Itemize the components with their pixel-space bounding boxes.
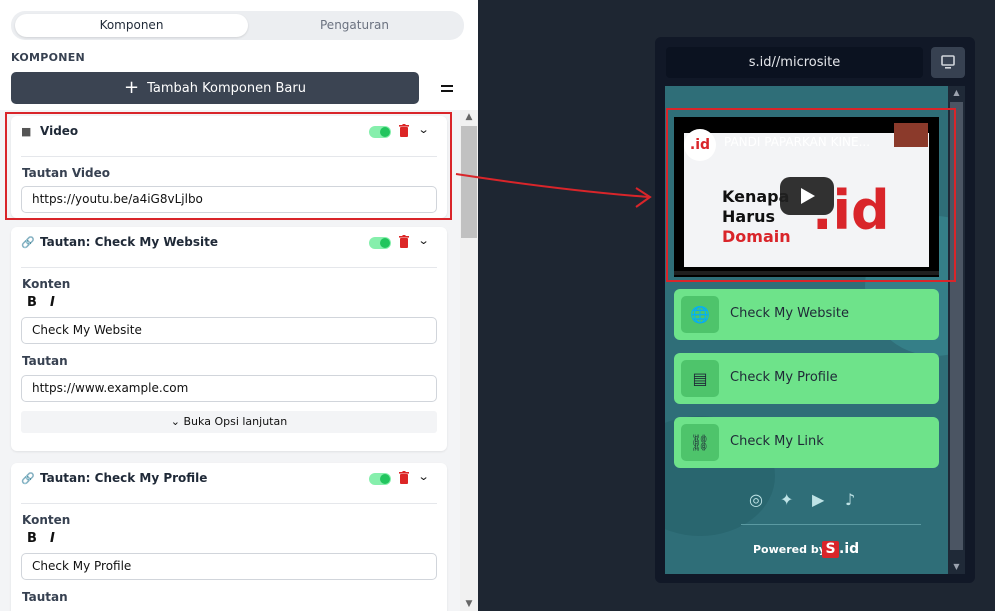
- advanced-options-button[interactable]: ⌄ Buka Opsi lanjutan: [21, 411, 437, 433]
- italic-button[interactable]: I: [50, 531, 55, 546]
- component-card-link-profile: 🔗 Tautan: Check My Profile ⌄ Konten B I …: [11, 463, 447, 611]
- scroll-down-icon[interactable]: ▼: [460, 597, 478, 611]
- trash-icon[interactable]: [399, 124, 409, 137]
- globe-icon: 🌐: [681, 296, 719, 333]
- enable-toggle[interactable]: [369, 473, 391, 485]
- card-title: Tautan: Check My Website: [40, 235, 219, 249]
- tab-komponen[interactable]: Komponen: [15, 14, 248, 37]
- sid-logo[interactable]: S .id: [822, 541, 860, 558]
- link-icon: 🔗: [21, 236, 35, 249]
- trash-icon[interactable]: [399, 471, 409, 484]
- card-header[interactable]: ■ Video ⌄: [11, 116, 447, 146]
- video-url-input[interactable]: https://youtu.be/a4iG8vLjlbo: [21, 186, 437, 213]
- scrollbar[interactable]: ▲ ▼: [460, 110, 478, 611]
- desktop-icon: [941, 55, 955, 69]
- italic-button[interactable]: I: [50, 295, 55, 310]
- id-card-icon: ▤: [681, 360, 719, 397]
- link-label: Check My Link: [730, 434, 824, 449]
- tab-bar: Komponen Pengaturan: [11, 11, 464, 40]
- tautan-label: Tautan: [22, 354, 68, 368]
- link-button-website[interactable]: 🌐 Check My Website: [674, 289, 939, 340]
- video-camera-icon: ■: [21, 125, 32, 138]
- tiktok-icon[interactable]: ♪: [845, 490, 855, 509]
- link-button-link[interactable]: ⛓ Check My Link: [674, 417, 939, 468]
- footer-divider: [741, 524, 921, 525]
- card-header[interactable]: 🔗 Tautan: Check My Profile ⌄: [11, 463, 447, 493]
- divider: [21, 267, 437, 268]
- link-label: Check My Website: [730, 306, 849, 321]
- card-header[interactable]: 🔗 Tautan: Check My Website ⌄: [11, 227, 447, 257]
- tautan-input[interactable]: https://www.example.com: [21, 375, 437, 402]
- editor-panel: Komponen Pengaturan KOMPONEN + Tambah Ko…: [0, 0, 478, 611]
- chevron-down-icon[interactable]: ⌄: [418, 470, 430, 483]
- scroll-up-icon[interactable]: ▲: [948, 86, 965, 100]
- plus-icon: +: [124, 77, 140, 98]
- konten-label: Konten: [22, 513, 71, 527]
- url-bar[interactable]: s.id//microsite: [666, 47, 923, 78]
- add-component-label: Tambah Komponen Baru: [147, 80, 306, 96]
- powered-by-text: Powered by: [753, 543, 826, 556]
- scroll-thumb[interactable]: [461, 126, 477, 238]
- konten-label: Konten: [22, 277, 71, 291]
- twitter-icon[interactable]: ✦: [780, 490, 793, 509]
- field-label: Tautan Video: [22, 166, 110, 180]
- card-title: Tautan: Check My Profile: [40, 471, 208, 485]
- menu-icon: [441, 84, 453, 87]
- add-component-button[interactable]: + Tambah Komponen Baru: [11, 72, 419, 104]
- bold-button[interactable]: B: [27, 295, 37, 310]
- card-title: Video: [40, 124, 79, 138]
- trash-icon[interactable]: [399, 235, 409, 248]
- tab-pengaturan[interactable]: Pengaturan: [248, 14, 461, 37]
- menu-button[interactable]: [430, 72, 464, 104]
- sid-logo-s: S: [822, 541, 839, 558]
- enable-toggle[interactable]: [369, 237, 391, 249]
- component-card-link-website: 🔗 Tautan: Check My Website ⌄ Konten B I …: [11, 227, 447, 451]
- bold-button[interactable]: B: [27, 531, 37, 546]
- video-preview-highlight: [666, 108, 956, 282]
- component-card-video: ■ Video ⌄ Tautan Video https://youtu.be/…: [11, 116, 447, 218]
- youtube-icon[interactable]: ▶: [812, 490, 824, 509]
- link-icon: 🔗: [21, 472, 35, 485]
- scroll-up-icon[interactable]: ▲: [460, 110, 478, 124]
- instagram-icon[interactable]: ◎: [749, 490, 763, 509]
- divider: [21, 503, 437, 504]
- chevron-down-icon[interactable]: ⌄: [418, 123, 430, 136]
- chevron-down-icon: ⌄: [170, 415, 184, 428]
- device-toggle-button[interactable]: [931, 47, 965, 78]
- advanced-options-label: Buka Opsi lanjutan: [183, 415, 288, 428]
- link-button-profile[interactable]: ▤ Check My Profile: [674, 353, 939, 404]
- section-label: KOMPONEN: [11, 51, 86, 64]
- link-label: Check My Profile: [730, 370, 838, 385]
- konten-input[interactable]: Check My Website: [21, 317, 437, 344]
- divider: [21, 156, 437, 157]
- chevron-down-icon[interactable]: ⌄: [418, 234, 430, 247]
- enable-toggle[interactable]: [369, 126, 391, 138]
- konten-input[interactable]: Check My Profile: [21, 553, 437, 580]
- sid-logo-id: .id: [839, 541, 860, 557]
- scroll-down-icon[interactable]: ▼: [948, 560, 965, 574]
- tautan-label: Tautan: [22, 590, 68, 604]
- component-list: ■ Video ⌄ Tautan Video https://youtu.be/…: [0, 110, 460, 611]
- link-icon: ⛓: [681, 424, 719, 461]
